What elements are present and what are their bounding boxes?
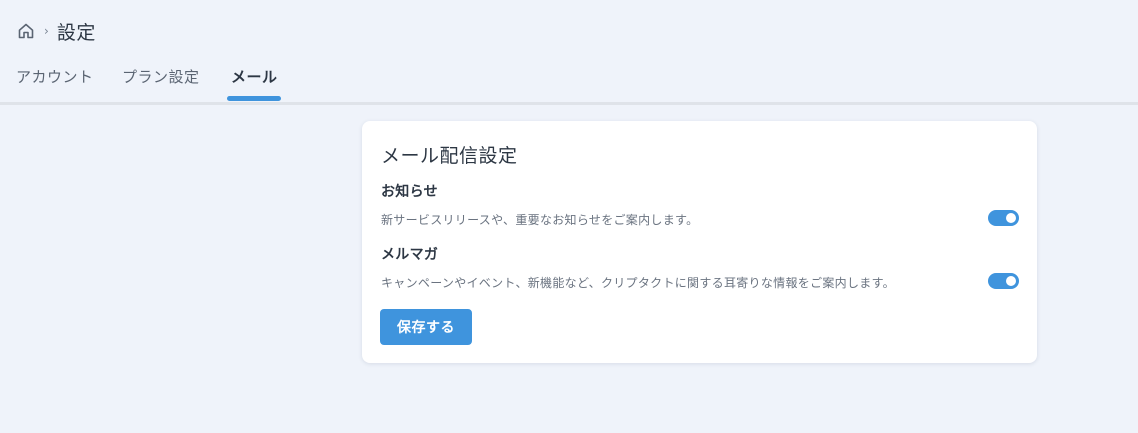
tab-account[interactable]: アカウント — [16, 66, 94, 87]
save-button[interactable]: 保存する — [380, 309, 472, 345]
breadcrumb: › 設定 — [16, 18, 96, 44]
setting-name-notice: お知らせ — [381, 184, 438, 200]
breadcrumb-separator: › — [44, 24, 49, 38]
active-tab-indicator — [227, 96, 281, 101]
page-title: 設定 — [56, 21, 96, 44]
tab-mail[interactable]: メール — [231, 66, 278, 87]
home-icon[interactable] — [16, 21, 36, 41]
setting-description-newsletter: キャンペーンやイベント、新機能など、クリプタクトに関する耳寄りな情報をご案内しま… — [381, 276, 895, 290]
tab-plan-settings[interactable]: プラン設定 — [122, 66, 200, 87]
toggle-notice[interactable] — [988, 210, 1019, 226]
card-title: メール配信設定 — [381, 145, 518, 167]
mail-settings-card: メール配信設定 お知らせ 新サービスリリースや、重要なお知らせをご案内します。 … — [362, 121, 1037, 363]
tab-bar: アカウント プラン設定 メール — [0, 60, 1138, 105]
setting-name-newsletter: メルマガ — [381, 247, 439, 263]
toggle-knob — [1006, 276, 1016, 286]
toggle-newsletter[interactable] — [988, 273, 1019, 289]
setting-description-notice: 新サービスリリースや、重要なお知らせをご案内します。 — [381, 213, 699, 227]
toggle-knob — [1006, 213, 1016, 223]
